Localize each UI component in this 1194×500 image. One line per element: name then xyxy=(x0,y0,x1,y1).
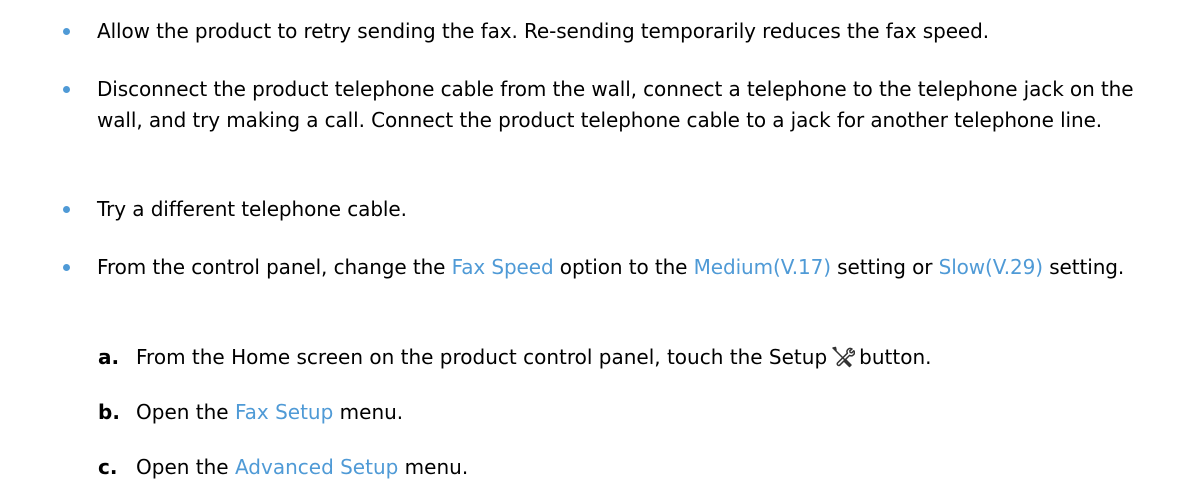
text-segment: setting or xyxy=(830,255,939,279)
step-label: c. xyxy=(98,455,118,479)
bullet-dot xyxy=(63,264,70,271)
list-item-text: Disconnect the product telephone cable f… xyxy=(97,77,1134,132)
step-label: b. xyxy=(98,400,120,424)
step-text: Open the Fax Setup menu. xyxy=(136,397,1176,428)
text-segment: Open the xyxy=(136,400,235,424)
text-segment: option to the xyxy=(553,255,694,279)
text-segment: From the Home screen on the product cont… xyxy=(136,345,828,369)
text-segment: menu. xyxy=(333,400,404,424)
slow-setting-name: Slow(V.29) xyxy=(938,255,1043,279)
advanced-setup-menu-name: Advanced Setup xyxy=(234,455,399,479)
fax-setup-menu-name: Fax Setup xyxy=(234,400,334,424)
bullet-dot xyxy=(63,28,70,35)
text-segment: setting. xyxy=(1042,255,1125,279)
text-segment: Open the xyxy=(136,455,235,479)
list-item-text: Try a different telephone cable. xyxy=(97,197,407,221)
bullet-dot xyxy=(63,86,70,93)
text-segment: From the control panel, change the xyxy=(97,255,452,279)
list-item-text: From the control panel, change the Fax S… xyxy=(97,252,1167,283)
text-segment: menu. xyxy=(398,455,469,479)
wrench-screwdriver-icon xyxy=(831,346,856,368)
medium-setting-name: Medium(V.17) xyxy=(693,255,831,279)
step-text: Open the Advanced Setup menu. xyxy=(136,452,1176,483)
step-label: a. xyxy=(98,345,120,369)
list-item-text: Allow the product to retry sending the f… xyxy=(97,19,989,43)
bullet-dot xyxy=(63,206,70,213)
fax-speed-option-name: Fax Speed xyxy=(451,255,554,279)
text-segment: button. xyxy=(859,345,932,369)
manual-page: Allow the product to retry sending the f… xyxy=(0,0,1194,500)
step-text: From the Home screen on the product cont… xyxy=(136,342,1176,373)
